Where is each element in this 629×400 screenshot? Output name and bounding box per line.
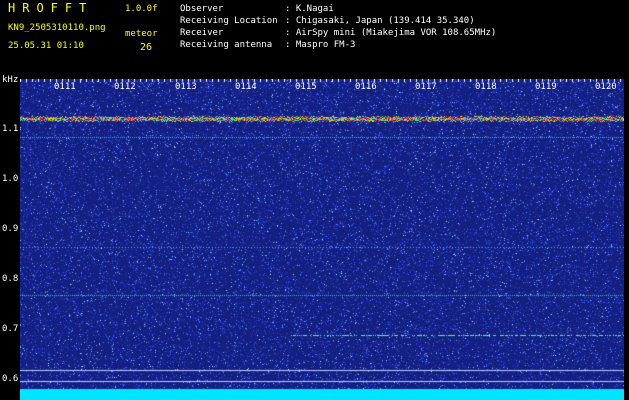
antenna-label: Receiving antenna [180, 40, 273, 50]
file-name: KN9_2505310110.png [8, 23, 106, 33]
time-label: 0112 [114, 82, 136, 92]
frequency-label: 1.0 [2, 174, 19, 184]
meteor-count: 26 [140, 42, 153, 53]
time-label: 0117 [415, 82, 437, 92]
date-time: 25.05.31 01:10 [8, 41, 84, 51]
app-version: 1.0.0f [125, 4, 158, 14]
frequency-unit-label: kHz [2, 75, 19, 85]
location-label: Receiving Location [180, 16, 278, 26]
observer-value: : K.Nagai [285, 4, 334, 14]
time-label: 0113 [175, 82, 197, 92]
frequency-label: 0.6 [2, 374, 19, 384]
antenna-value: : Maspro FM-3 [285, 40, 356, 50]
time-label: 0120 [595, 82, 617, 92]
receiver-value: : AirSpy mini (Miakejima VOR 108.65MHz) [285, 28, 497, 38]
time-label: 0116 [355, 82, 377, 92]
spectrogram-canvas [20, 79, 624, 400]
time-label: 0118 [475, 82, 497, 92]
frequency-label: 1.1 [2, 124, 19, 134]
app-title: HROFFT [8, 1, 94, 15]
frequency-label: 0.8 [2, 274, 19, 284]
time-label: 0119 [535, 82, 557, 92]
frequency-label: 0.9 [2, 224, 19, 234]
time-label: 0114 [235, 82, 257, 92]
time-label: 0115 [295, 82, 317, 92]
hrofft-window: HROFFT 1.0.0f KN9_2505310110.png 25.05.3… [0, 0, 629, 400]
observer-label: Observer [180, 4, 224, 14]
meteor-label: meteor [125, 29, 158, 39]
receiver-label: Receiver [180, 28, 224, 38]
location-value: : Chigasaki, Japan (139.414 35.340) [285, 16, 475, 26]
frequency-label: 0.7 [2, 324, 19, 334]
time-label: 0111 [54, 82, 76, 92]
